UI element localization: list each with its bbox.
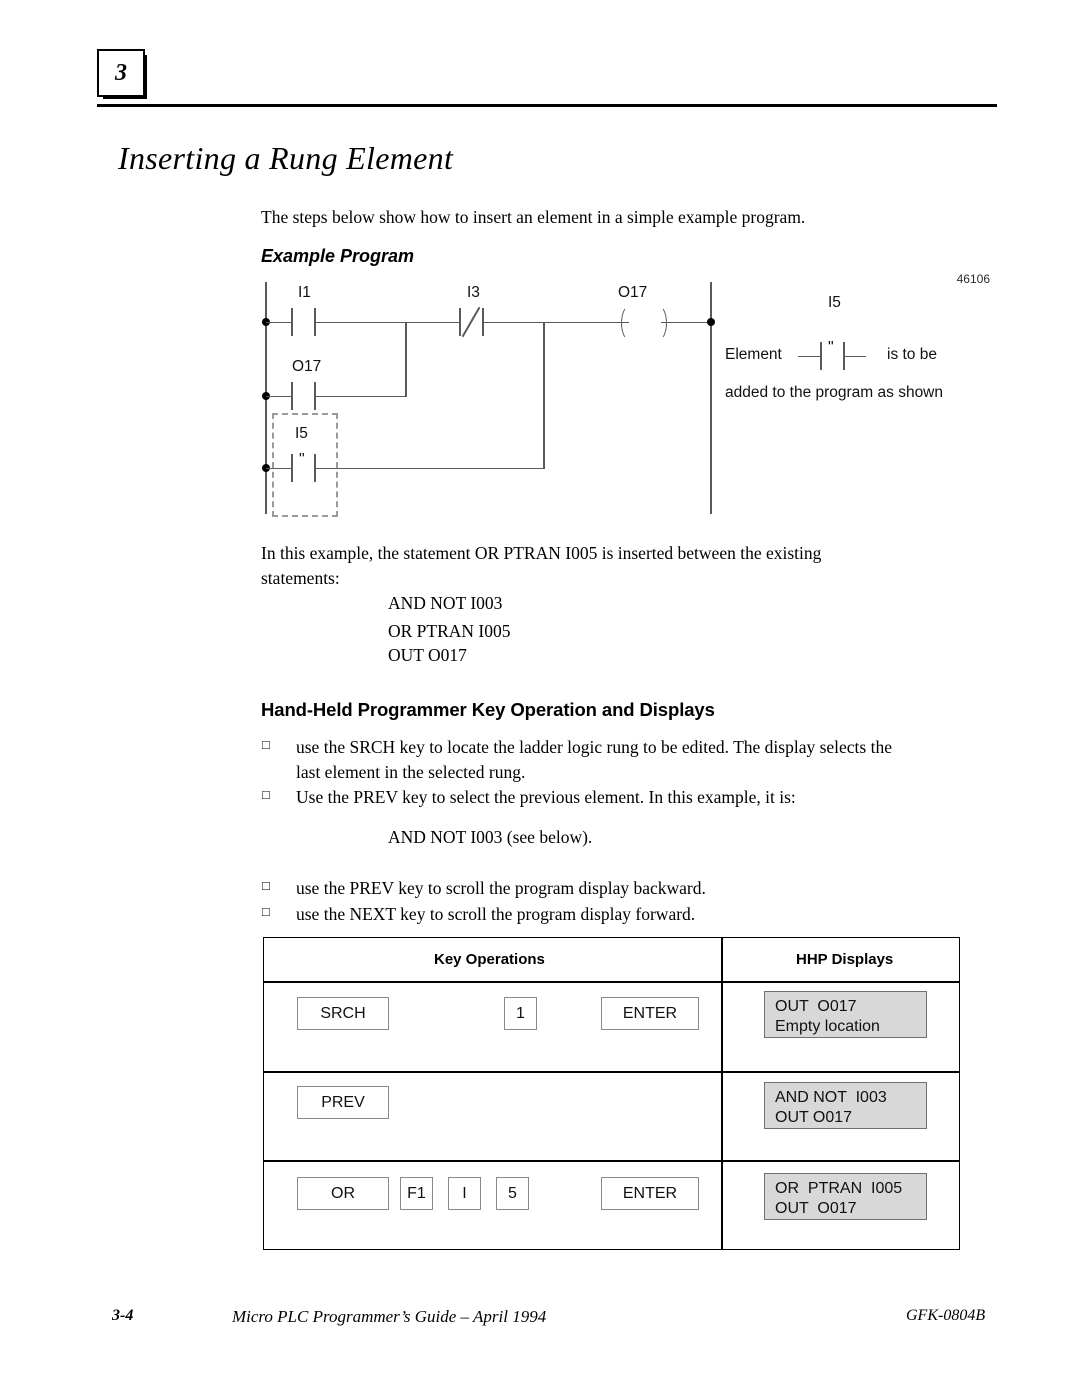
key-button-or[interactable]: OR (297, 1177, 389, 1210)
annotation-wire-right (844, 355, 866, 358)
branch-riser-1 (405, 321, 407, 397)
table-header-divider (264, 981, 959, 983)
hhp-display-row2-line1: AND NOT I003 (775, 1089, 887, 1106)
rung1-wire-c (405, 321, 459, 324)
intro-paragraph: The steps below show how to insert an el… (261, 207, 806, 227)
rung1-wire-d (483, 321, 543, 324)
hhp-display-row1: OUT O017 Empty location (764, 991, 927, 1038)
key-operations-table: Key Operations HHP Displays SRCH 1 ENTER… (263, 937, 960, 1250)
bullet-item-4-line1: use the NEXT key to scroll the program d… (296, 904, 696, 924)
o17-coil-left-arc (621, 305, 639, 341)
hhp-display-row1-line1: OUT O017 (775, 998, 857, 1015)
rung3-wire-b (315, 467, 545, 470)
bullet-item-2-line1: Use the PREV key to select the previous … (296, 787, 796, 807)
inline-statement-and-not: AND NOT I003 (see below). (388, 827, 593, 847)
rung1-right-node (707, 318, 715, 326)
key-button-srch[interactable]: SRCH (297, 997, 389, 1030)
chapter-number-text: 3 (115, 60, 127, 86)
ladder-label-i5: I5 (295, 425, 308, 442)
table-row-divider-1 (264, 1071, 959, 1073)
bullet-item-1-line1: use the SRCH key to locate the ladder lo… (296, 737, 892, 757)
key-button-enter-row3[interactable]: ENTER (601, 1177, 699, 1210)
ladder-diagram-figure: 46106 I1 I3 O17 O17 I5 " I5 Element " is… (255, 272, 990, 522)
bullet-square-icon: □ (262, 878, 270, 893)
rung1-wire-f (661, 321, 711, 324)
rung3-wire-a (266, 467, 291, 470)
key-button-f1[interactable]: F1 (400, 1177, 433, 1210)
bullet-square-icon: □ (262, 737, 270, 752)
branch-riser-2 (543, 321, 545, 469)
chapter-number-badge: 3 (97, 49, 145, 97)
statement-or-ptran: OR PTRAN I005 (388, 621, 511, 641)
annotation-line2: added to the program as shown (725, 384, 943, 401)
bullet-item-4: □ use the NEXT key to scroll the program… (262, 902, 962, 927)
bullet-square-icon: □ (262, 904, 270, 919)
annotation-wire-left (798, 355, 820, 358)
rung2-wire-b (315, 395, 407, 398)
hhp-display-row3-line1: OR PTRAN I005 (775, 1180, 903, 1197)
bullet-square-icon: □ (262, 787, 270, 802)
key-button-5[interactable]: 5 (496, 1177, 529, 1210)
example-program-heading: Example Program (261, 246, 415, 266)
table-header-key-operations: Key Operations (434, 951, 545, 968)
bullet-item-3: □ use the PREV key to scroll the program… (262, 876, 962, 901)
footer-document-title: Micro PLC Programmer’s Guide – April 199… (232, 1307, 547, 1326)
hhp-display-row2: AND NOT I003 OUT O017 (764, 1082, 927, 1129)
rung1-wire-a (266, 321, 291, 324)
ladder-label-o17-coil: O17 (618, 284, 648, 301)
annotation-contact-bar-left (820, 342, 822, 370)
statement-and-not: AND NOT I003 (388, 593, 503, 613)
ladder-label-i3: I3 (467, 284, 480, 301)
page-title: Inserting a Rung Element (118, 140, 454, 176)
annotation-prefix: Element (725, 346, 782, 363)
ladder-label-i1: I1 (298, 284, 311, 301)
bullet-item-3-line1: use the PREV key to scroll the program d… (296, 878, 706, 898)
annotation-quote: " (828, 339, 834, 356)
table-column-divider (721, 938, 723, 1249)
annotation-i5-label: I5 (828, 294, 841, 311)
ladder-label-o17-contact: O17 (292, 358, 322, 375)
explanation-line-1: In this example, the statement OR PTRAN … (261, 543, 822, 563)
rung2-wire-a (266, 395, 291, 398)
hhp-section-heading: Hand-Held Programmer Key Operation and D… (261, 699, 715, 720)
rung1-wire-b (315, 321, 405, 324)
i3-contact-bar-left (459, 308, 461, 336)
footer-page-number: 3-4 (112, 1307, 134, 1324)
bullet-item-1: □ use the SRCH key to locate the ladder … (262, 735, 962, 785)
hhp-display-row2-line2: OUT O017 (775, 1109, 853, 1126)
header-divider (97, 104, 997, 107)
table-row-divider-2 (264, 1160, 959, 1162)
rung1-wire-e (543, 321, 629, 324)
figure-id-label: 46106 (956, 272, 990, 286)
key-button-prev[interactable]: PREV (297, 1086, 389, 1119)
explanation-line-2: statements: (261, 568, 340, 588)
o17-contact-bar-left (291, 382, 293, 410)
hhp-display-row3-line2: OUT O017 (775, 1200, 857, 1217)
hhp-display-row1-line2: Empty location (775, 1018, 880, 1035)
key-button-1[interactable]: 1 (504, 997, 537, 1030)
bullet-item-2: □ Use the PREV key to select the previou… (262, 785, 962, 810)
table-header-hhp-displays: HHP Displays (796, 951, 894, 968)
key-button-i[interactable]: I (448, 1177, 481, 1210)
bullet-item-1-line2: last element in the selected rung. (296, 761, 526, 782)
i3-normally-closed-slash (461, 306, 481, 338)
i5-transition-quote: " (299, 451, 305, 468)
annotation-suffix: is to be (887, 346, 937, 363)
right-power-rail (710, 282, 712, 514)
i1-contact-bar-left (291, 308, 293, 336)
footer-document-code: GFK-0804B (906, 1307, 986, 1324)
key-button-enter-row1[interactable]: ENTER (601, 997, 699, 1030)
statement-out: OUT O017 (388, 645, 467, 665)
i5-contact-bar-left (291, 454, 293, 482)
hhp-display-row3: OR PTRAN I005 OUT O017 (764, 1173, 927, 1220)
document-page: 3 Inserting a Rung Element The steps bel… (0, 0, 1080, 1397)
